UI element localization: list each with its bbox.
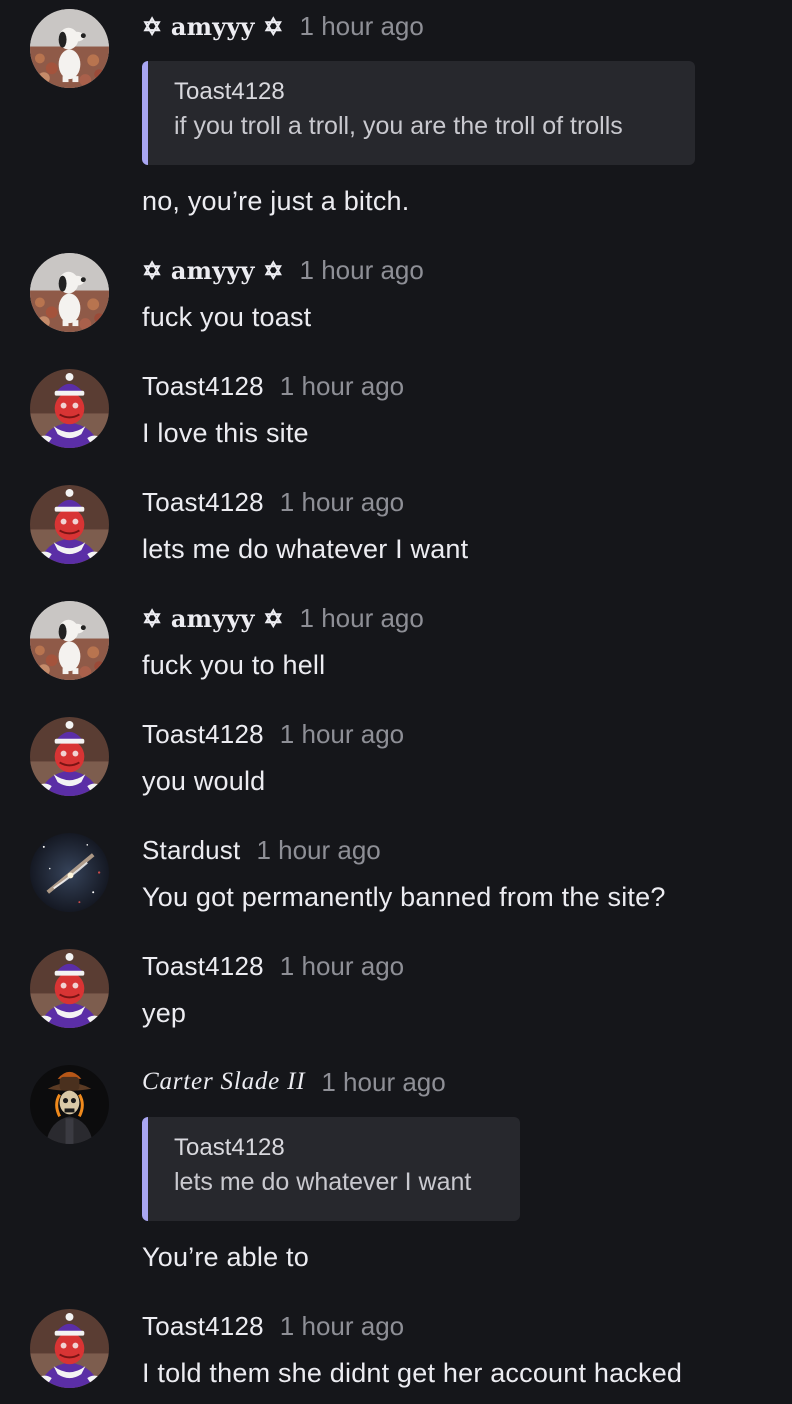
timestamp: 1 hour ago <box>279 1310 405 1341</box>
comment-text: you would <box>142 766 266 796</box>
comment-text: fuck you toast <box>142 302 312 332</box>
timestamp: 1 hour ago <box>279 370 405 401</box>
comment-header: Stardust 1 hour ago <box>142 834 381 866</box>
author-name[interactable]: Carter Slade II <box>142 1068 305 1096</box>
timestamp: 1 hour ago <box>256 834 381 865</box>
grinch-avatar[interactable] <box>30 369 109 448</box>
galaxy-avatar[interactable] <box>30 833 109 912</box>
author-name[interactable]: ✡ amyyy ✡ <box>142 256 284 285</box>
comment-header: Toast4128 1 hour ago <box>142 1310 404 1342</box>
comment-header: Carter Slade II 1 hour ago <box>142 1066 446 1098</box>
comment-text: lets me do whatever I want <box>142 534 469 564</box>
comment-header: Toast4128 1 hour ago <box>142 370 404 402</box>
author-name[interactable]: Toast4128 <box>142 719 264 750</box>
author-name[interactable]: ✡ amyyy ✡ <box>142 12 284 41</box>
comment-header: Toast4128 1 hour ago <box>142 486 404 518</box>
author-name[interactable]: Toast4128 <box>142 1311 264 1342</box>
author-name[interactable]: Toast4128 <box>142 371 264 402</box>
comment-text: I love this site <box>142 418 309 448</box>
timestamp: 1 hour ago <box>321 1066 446 1097</box>
timestamp: 1 hour ago <box>299 602 424 633</box>
timestamp: 1 hour ago <box>279 950 405 981</box>
comment-text: I told them she didnt get her account ha… <box>142 1358 683 1388</box>
quoted-text: lets me do whatever I want <box>174 1168 472 1196</box>
comment-text: yep <box>142 998 187 1028</box>
grinch-avatar[interactable] <box>30 717 109 796</box>
author-name[interactable]: ✡ amyyy ✡ <box>142 604 284 633</box>
ghost-rider-avatar[interactable] <box>30 1065 109 1144</box>
comment-text: fuck you to hell <box>142 650 326 680</box>
timestamp: 1 hour ago <box>279 486 405 517</box>
quoted-reply[interactable]: Toast4128 if you troll a troll, you are … <box>142 61 695 165</box>
comment-header: Toast4128 1 hour ago <box>142 950 404 982</box>
comment-text: no, you’re just a bitch. <box>142 186 410 216</box>
comment-header: ✡ amyyy ✡ 1 hour ago <box>142 254 424 286</box>
comment-header: Toast4128 1 hour ago <box>142 718 404 750</box>
quoted-author: Toast4128 <box>174 1134 285 1161</box>
snoopy-avatar[interactable] <box>30 9 109 88</box>
snoopy-avatar[interactable] <box>30 253 109 332</box>
timestamp: 1 hour ago <box>279 718 405 749</box>
author-name[interactable]: Toast4128 <box>142 487 264 518</box>
quoted-author: Toast4128 <box>174 78 285 105</box>
comment-header: ✡ amyyy ✡ 1 hour ago <box>142 602 424 634</box>
grinch-avatar[interactable] <box>30 1309 109 1388</box>
comment-header: ✡ amyyy ✡ 1 hour ago <box>142 10 424 42</box>
comment-text: You got permanently banned from the site… <box>142 882 666 912</box>
grinch-avatar[interactable] <box>30 485 109 564</box>
author-name[interactable]: Stardust <box>142 835 240 866</box>
timestamp: 1 hour ago <box>299 10 424 41</box>
comment-text: You’re able to <box>142 1242 309 1272</box>
timestamp: 1 hour ago <box>299 254 424 285</box>
author-name[interactable]: Toast4128 <box>142 951 264 982</box>
grinch-avatar[interactable] <box>30 949 109 1028</box>
quoted-text: if you troll a troll, you are the troll … <box>174 112 623 140</box>
quoted-reply[interactable]: Toast4128 lets me do whatever I want <box>142 1117 520 1221</box>
snoopy-avatar[interactable] <box>30 601 109 680</box>
